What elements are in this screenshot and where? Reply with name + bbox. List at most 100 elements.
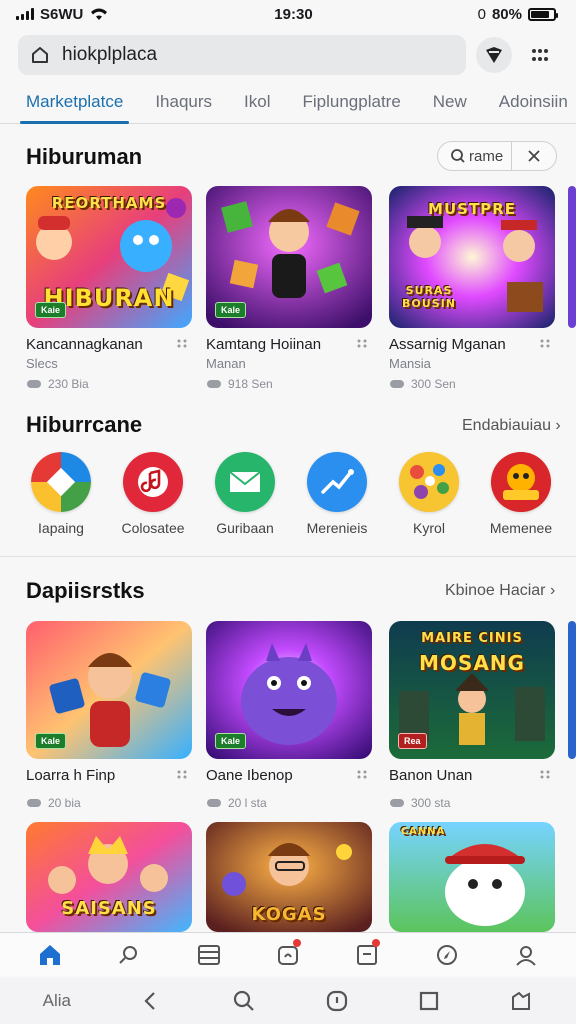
game-card[interactable]: KOGAS [206, 822, 372, 932]
game-card[interactable]: MAIRE CINIS MOSANG Rea Banon Unan 300 st… [389, 621, 555, 810]
game-card-partial [568, 621, 576, 759]
filter-clear-button[interactable] [512, 142, 556, 170]
app-item[interactable]: Colosatee [113, 452, 193, 536]
tab-marketplace[interactable]: Marketplatce [20, 84, 130, 124]
controller-icon [390, 380, 404, 388]
game-meta-text: 20 l sta [228, 796, 267, 810]
game-art-text: MOSANG [419, 651, 525, 675]
dots-grid-icon [532, 49, 548, 61]
account-icon[interactable] [509, 989, 533, 1013]
game-meta: 230 Bia [26, 377, 192, 391]
more-icon[interactable] [539, 769, 553, 779]
game-thumbnail: Kale [206, 186, 372, 328]
game-meta: 300 Sen [389, 377, 555, 391]
nav-home[interactable] [34, 939, 66, 971]
system-nav-label[interactable]: Alia [43, 991, 71, 1011]
section2-title: Hiburrcane [26, 412, 143, 437]
app-item[interactable]: Memenee [481, 452, 561, 536]
game-art-text: KOGAS [251, 904, 327, 925]
game-card[interactable]: SAISANS [26, 822, 192, 932]
search-icon [451, 149, 465, 163]
status-bar: S6WU 19:30 0 80% [0, 0, 576, 28]
section2-see-all[interactable]: Endabiauiau › [462, 417, 561, 435]
search-input[interactable] [62, 44, 442, 66]
game-thumbnail: Kale [26, 621, 192, 759]
controller-icon [27, 799, 41, 807]
see-all-label: Kbinoe Haciar [445, 582, 546, 599]
shield-button[interactable] [476, 37, 512, 73]
game-art-top-text: MAIRE CINIS [421, 631, 523, 646]
nav-bag[interactable] [351, 938, 383, 971]
game-thumbnail: SAISANS [26, 822, 192, 932]
game-art-top-text: REORTHAMS [51, 194, 167, 212]
game-card[interactable]: MUSTPRE SURAS BOUSIN Assarnig Mganan Man… [389, 186, 555, 391]
nav-compass[interactable] [431, 939, 463, 971]
game-tag: Kale [215, 733, 247, 749]
section3-see-all[interactable]: Kbinoe Haciar › [445, 582, 555, 600]
grid-menu-button[interactable] [522, 37, 558, 73]
game-subtitle: Manan [206, 356, 246, 371]
game-title: Assarnig Mganan [389, 336, 506, 353]
game-card[interactable]: CANNA [389, 822, 555, 932]
more-icon[interactable] [356, 338, 370, 348]
shield-icon [486, 47, 502, 63]
home-icon [39, 944, 60, 965]
app-item[interactable]: Merenieis [297, 452, 377, 536]
tab-3[interactable]: Ikol [238, 84, 276, 124]
nav-list[interactable] [193, 939, 225, 971]
app-item[interactable]: Iapaing [21, 452, 101, 536]
game-title: Kancannagkanan [26, 336, 143, 353]
nav-search[interactable] [113, 939, 145, 971]
more-icon[interactable] [356, 769, 370, 779]
search-icon[interactable] [232, 989, 256, 1013]
game-meta: 918 Sen [206, 377, 372, 391]
game-meta-text: 300 sta [411, 796, 451, 810]
game-card[interactable]: Kale Kamtang Hoiinan Manan 918 Sen [206, 186, 372, 391]
search-box[interactable] [18, 35, 466, 75]
game-art-top-text: MUSTPRE [428, 200, 516, 218]
assistant-icon[interactable] [325, 989, 349, 1013]
app-label: Memenee [489, 520, 553, 536]
game-card[interactable]: REORTHAMS HIBURAN Kaie Kancannagkanan Sl… [26, 186, 192, 391]
more-icon[interactable] [539, 338, 553, 348]
battery-percent: 80% [491, 5, 522, 23]
carrier-label: S6WU [40, 5, 84, 23]
game-card[interactable]: Kale Oane Ibenop 20 l sta [206, 621, 372, 810]
game-card[interactable]: Kale Loarra h Finp 20 bia [26, 621, 192, 810]
tab-6[interactable]: Adoinsiin [493, 84, 574, 124]
tab-4[interactable]: Fiplungplatre [297, 84, 407, 124]
game-meta-text: 918 Sen [228, 377, 273, 391]
back-icon[interactable] [140, 990, 162, 1012]
nav-profile[interactable] [510, 939, 542, 971]
app-label: Guribaan [216, 520, 274, 536]
controller-icon [390, 799, 404, 807]
game-meta: 20 bia [26, 796, 192, 810]
see-all-label: Endabiauiau [462, 417, 551, 434]
recents-icon[interactable] [418, 990, 440, 1012]
nav-store[interactable] [272, 938, 304, 971]
category-tabs: Marketplatce Ihaqurs Ikol Fiplungplatre … [0, 84, 576, 124]
more-icon[interactable] [176, 338, 190, 348]
list-icon [197, 944, 220, 965]
profile-icon [516, 945, 536, 966]
top-bar [18, 34, 558, 76]
controller-icon [207, 799, 221, 807]
game-thumbnail: KOGAS [206, 822, 372, 932]
game-thumbnail: MUSTPRE SURAS BOUSIN [389, 186, 555, 328]
app-item[interactable]: Kyrol [389, 452, 469, 536]
controller-icon [207, 380, 221, 388]
wifi-icon [91, 8, 108, 20]
filter-search-button[interactable]: rame [438, 142, 512, 170]
game-title: Kamtang Hoiinan [206, 336, 322, 353]
game-meta: 20 l sta [206, 796, 372, 810]
game-thumbnail: MAIRE CINIS MOSANG Rea [389, 621, 555, 759]
battery-icon [528, 7, 558, 21]
signal-icon [16, 8, 34, 20]
app-item[interactable]: Guribaan [205, 452, 285, 536]
app-icon [31, 452, 91, 512]
tab-new[interactable]: New [427, 84, 473, 124]
game-subtitle: Mansia [389, 356, 431, 371]
more-icon[interactable] [176, 769, 190, 779]
system-nav: Alia [0, 978, 576, 1024]
tab-2[interactable]: Ihaqurs [149, 84, 218, 124]
